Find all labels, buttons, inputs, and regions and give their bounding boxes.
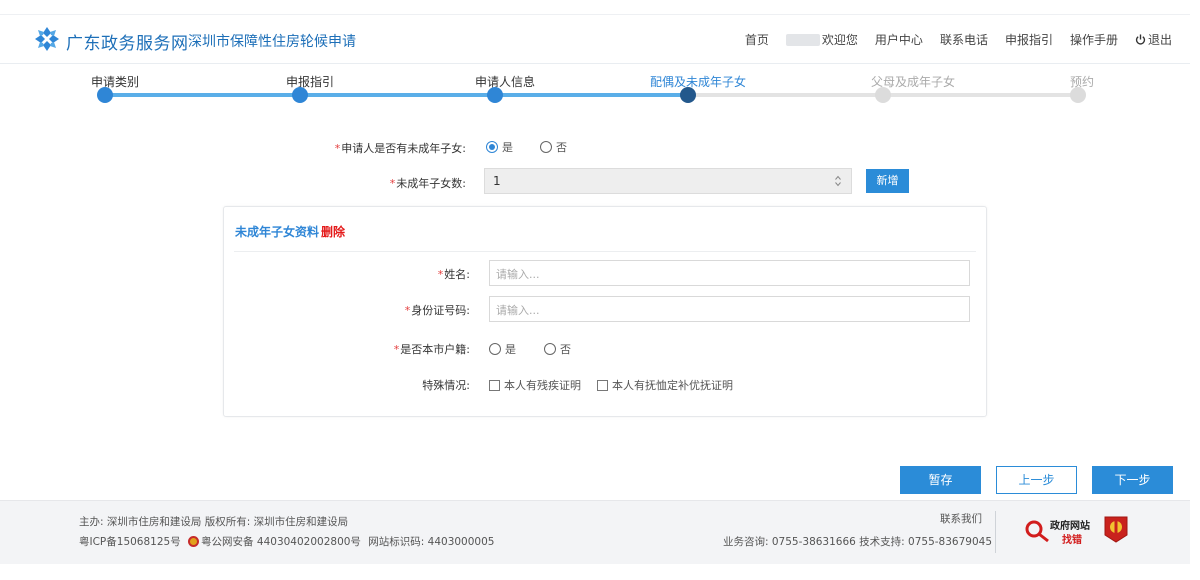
name-label: *姓名: xyxy=(437,268,470,281)
nav-guide[interactable]: 申报指引 xyxy=(1005,31,1053,48)
nav-manual[interactable]: 操作手册 xyxy=(1070,31,1118,48)
has-minor-label-text: 申请人是否有未成年子女: xyxy=(341,142,466,155)
step-label: 申请人信息 xyxy=(474,75,535,89)
page-footer: 主办: 深圳市住房和建设局 版权所有: 深圳市住房和建设局 粤ICP备15068… xyxy=(0,500,1190,564)
logout-button[interactable]: 退出 xyxy=(1135,31,1172,48)
step-label: 父母及成年子女 xyxy=(870,75,955,89)
step-2: 申报指引 xyxy=(230,73,370,103)
card-divider xyxy=(234,251,976,252)
radio-icon xyxy=(544,343,556,355)
child-info-card: 未成年子女资料 删除 *姓名: 请输入... *身份证号码: 请输入... *是否… xyxy=(223,206,987,417)
step-dot xyxy=(292,87,308,103)
hukou-yes[interactable]: 是 xyxy=(489,341,516,357)
nav-home[interactable]: 首页 xyxy=(745,31,769,48)
step-dot xyxy=(97,87,113,103)
footer-sponsor: 主办: 深圳市住房和建设局 版权所有: 深圳市住房和建设局 xyxy=(79,516,349,528)
add-child-button[interactable]: 新增 xyxy=(866,169,909,193)
top-header: 广东政务服务网 深圳市保障性住房轮候申请 首页 欢迎您 用户中心 联系电话 申报… xyxy=(0,14,1190,64)
logout-label: 退出 xyxy=(1147,33,1172,47)
welcome-text: 欢迎您 xyxy=(821,33,858,47)
hukou-label-text: 是否本市户籍: xyxy=(400,343,470,356)
site-code: 网站标识码: 4403000005 xyxy=(368,536,495,548)
radio-checked-icon xyxy=(486,141,498,153)
minor-count-label: *未成年子女数: xyxy=(389,177,466,190)
radio-icon xyxy=(540,141,552,153)
police-emblem-icon xyxy=(188,536,200,547)
hukou-label: *是否本市户籍: xyxy=(393,343,470,356)
minor-count-select[interactable]: 1 xyxy=(484,168,852,194)
magnifier-icon xyxy=(1025,520,1049,543)
delete-child-link[interactable]: 删除 xyxy=(321,225,345,239)
badge-text-bottom: 找错 xyxy=(1062,535,1082,546)
nav-user-center[interactable]: 用户中心 xyxy=(875,31,923,48)
gd-gov-logo-icon xyxy=(35,27,59,51)
disability-label: 本人有残疾证明 xyxy=(504,379,581,392)
step-label: 申报指引 xyxy=(285,75,334,89)
progress-steps: 申请类别 申报指引 申请人信息 配偶及未成年子女 父母及成年子女 预约 xyxy=(0,66,1200,116)
pension-label: 本人有抚恤定补优抚证明 xyxy=(612,379,733,392)
radio-icon xyxy=(489,343,501,355)
step-label: 申请类别 xyxy=(90,75,139,89)
checkbox-icon xyxy=(489,380,500,391)
id-label-text: 身份证号码: xyxy=(411,304,470,317)
step-dot xyxy=(875,87,891,103)
footer-hotline: 业务咨询: 0755-38631666 技术支持: 0755-83679045 xyxy=(723,536,992,548)
hukou-no-label: 否 xyxy=(560,343,571,356)
hukou-no[interactable]: 否 xyxy=(544,341,571,357)
step-dot xyxy=(680,87,696,103)
has-minor-yes[interactable]: 是 xyxy=(486,139,513,155)
system-title: 深圳市保障性住房轮候申请 xyxy=(188,34,356,50)
icp-link[interactable]: 粤ICP备15068125号 xyxy=(79,536,181,548)
spinner-arrows-icon xyxy=(835,175,841,187)
has-minor-label: *申请人是否有未成年子女: xyxy=(334,142,466,155)
name-label-text: 姓名: xyxy=(444,268,470,281)
minor-count-value: 1 xyxy=(493,174,501,188)
disability-checkbox[interactable]: 本人有残疾证明 xyxy=(489,377,581,393)
step-dot xyxy=(487,87,503,103)
step-6: 预约 xyxy=(1008,73,1148,103)
police-record-link[interactable]: 粤公网安备 44030402002800号 xyxy=(201,536,361,548)
hukou-yes-label: 是 xyxy=(505,343,516,356)
prev-step-button[interactable]: 上一步 xyxy=(996,466,1077,494)
radio-no-label: 否 xyxy=(556,141,567,154)
card-title-text: 未成年子女资料 xyxy=(235,225,320,239)
special-label: 特殊情况: xyxy=(422,379,470,392)
footer-records: 粤ICP备15068125号 粤公网安备 44030402002800号 网站标… xyxy=(79,534,494,549)
footer-divider xyxy=(995,511,996,553)
step-4: 配偶及未成年子女 xyxy=(618,73,758,103)
nav-contact[interactable]: 联系电话 xyxy=(940,31,988,48)
name-input[interactable]: 请输入... xyxy=(489,260,970,286)
step-3: 申请人信息 xyxy=(425,73,565,103)
next-step-button[interactable]: 下一步 xyxy=(1092,466,1173,494)
card-title: 未成年子女资料 删除 xyxy=(235,223,345,240)
gov-site-error-badge[interactable]: 政府网站 找错 xyxy=(1024,517,1100,546)
step-dot xyxy=(1070,87,1086,103)
steps-track-done xyxy=(104,93,688,97)
brand-title[interactable]: 广东政务服务网 xyxy=(66,29,189,54)
user-name-masked xyxy=(785,33,820,46)
step-1: 申请类别 xyxy=(35,73,175,103)
pension-checkbox[interactable]: 本人有抚恤定补优抚证明 xyxy=(597,377,733,393)
save-draft-button[interactable]: 暂存 xyxy=(900,466,981,494)
step-label: 配偶及未成年子女 xyxy=(649,75,746,89)
power-icon xyxy=(1135,34,1146,45)
minor-count-label-text: 未成年子女数: xyxy=(396,177,466,190)
party-emblem-icon[interactable] xyxy=(1103,515,1129,543)
contact-us-link[interactable]: 联系我们 xyxy=(940,511,982,526)
radio-yes-label: 是 xyxy=(502,141,513,154)
checkbox-icon xyxy=(597,380,608,391)
has-minor-no[interactable]: 否 xyxy=(540,139,567,155)
step-5: 父母及成年子女 xyxy=(813,73,955,103)
id-number-input[interactable]: 请输入... xyxy=(489,296,970,322)
badge-text-top: 政府网站 xyxy=(1050,521,1090,532)
top-nav: 首页 欢迎您 用户中心 联系电话 申报指引 操作手册 退出 xyxy=(745,31,1172,48)
id-number-label: *身份证号码: xyxy=(404,304,470,317)
